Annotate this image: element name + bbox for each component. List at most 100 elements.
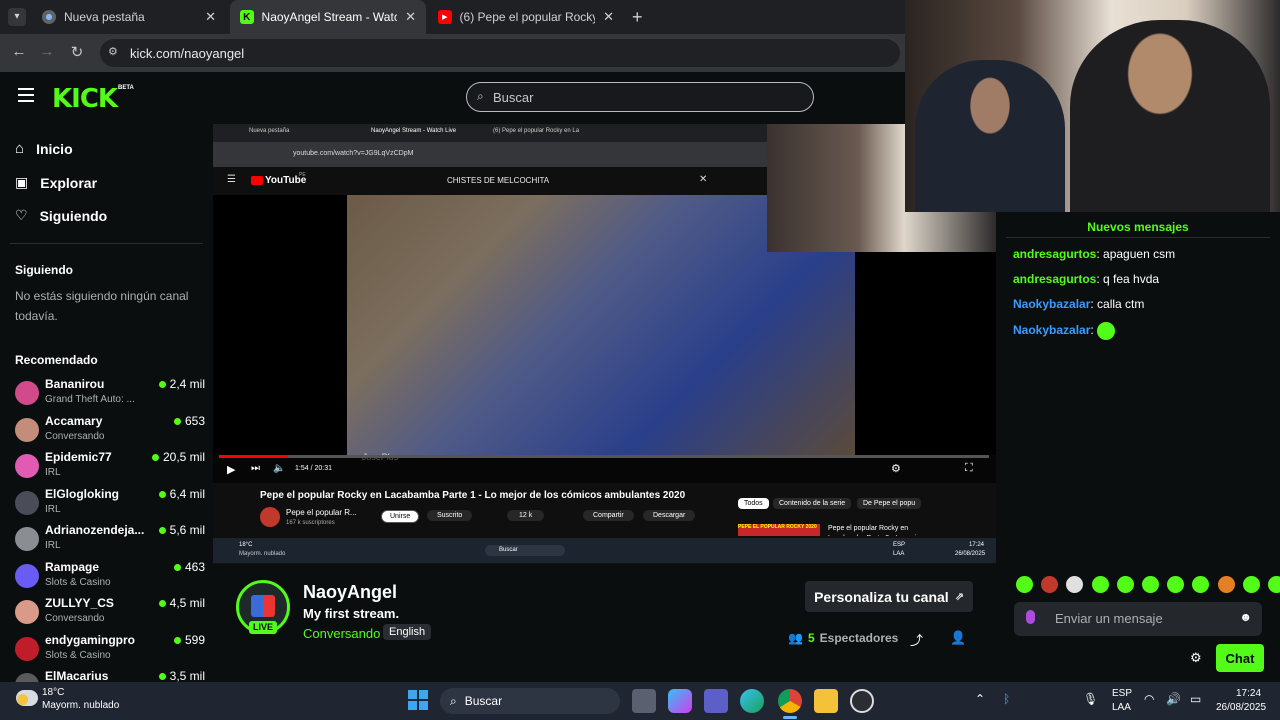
emote-icon[interactable] xyxy=(1016,576,1033,593)
recommended-channel[interactable]: Epidemic77 IRL 20,5 mil xyxy=(15,450,205,484)
tab-youtube[interactable]: ▶ (6) Pepe el popular Rocky en La ✕ xyxy=(428,0,624,34)
obs-icon[interactable] xyxy=(850,689,874,713)
embedded-date: 26/08/2025 xyxy=(955,551,986,557)
file-explorer-icon[interactable] xyxy=(814,689,838,713)
menu-icon[interactable] xyxy=(18,88,34,102)
chat-username[interactable]: Naokybazalar xyxy=(1013,297,1090,311)
embedded-tab: (6) Pepe el popular Rocky en La xyxy=(493,128,580,134)
clock-date[interactable]: 26/08/2025 xyxy=(1216,702,1266,713)
chat-settings-icon[interactable]: ⚙ xyxy=(1190,650,1202,666)
viewer-count: 599 xyxy=(173,633,205,647)
close-icon[interactable]: ✕ xyxy=(603,9,614,25)
new-tab-icon[interactable]: + xyxy=(632,7,643,28)
users-icon: 👥 xyxy=(788,631,803,645)
bluetooth-icon[interactable]: ᛒ xyxy=(1003,692,1010,706)
wifi-icon[interactable]: ◠ xyxy=(1144,692,1154,706)
close-icon[interactable]: ✕ xyxy=(205,9,216,25)
yt-chip-series[interactable]: Contenido de la serie xyxy=(773,498,852,509)
progress-track[interactable] xyxy=(219,455,989,458)
back-icon[interactable]: ← xyxy=(8,43,30,63)
recommended-channel[interactable]: Adrianozendeja... IRL 5,6 mil xyxy=(15,523,205,557)
fullscreen-icon[interactable]: ⛶ xyxy=(965,462,973,475)
recommended-channel[interactable]: ElGlogloking IRL 6,4 mil xyxy=(15,487,205,521)
yt-like-button[interactable]: 12 k xyxy=(507,510,545,521)
emoji-icon[interactable]: ☻ xyxy=(1239,610,1252,624)
recommended-channel[interactable]: ZULLYY_CS Conversando 4,5 mil xyxy=(15,596,205,630)
avatar xyxy=(15,454,39,478)
yt-download-button[interactable]: Descargar xyxy=(643,510,696,521)
yt-channel-name: Pepe el popular R... xyxy=(286,508,357,517)
live-dot-icon xyxy=(158,527,166,534)
copilot-icon[interactable] xyxy=(668,689,692,713)
stream-category[interactable]: Conversando xyxy=(303,626,380,641)
active-app-indicator xyxy=(783,716,797,719)
emote-icon[interactable] xyxy=(1268,576,1280,593)
address-bar[interactable]: ⚙ kick.com/naoyangel xyxy=(100,39,900,67)
play-icon[interactable]: ▶ xyxy=(227,463,235,476)
taskbar-search-label: Buscar xyxy=(464,694,503,708)
emote-icon[interactable] xyxy=(1116,576,1134,593)
recommended-channel[interactable]: Accamary Conversando 653 xyxy=(15,414,205,448)
recommended-channel[interactable]: Rampage Slots & Casino 463 xyxy=(15,560,205,594)
volume-icon[interactable]: 🔈 xyxy=(273,463,285,474)
emote-icon[interactable] xyxy=(1091,576,1109,593)
settings-icon[interactable]: ⚙ xyxy=(891,462,901,475)
lang-indicator[interactable]: ESP xyxy=(1112,688,1132,699)
tab-kick[interactable]: K NaoyAngel Stream - Watch Live ✕ xyxy=(230,0,426,34)
yt-related-thumb[interactable]: PEPE EL POPULAR ROCKY 2020 xyxy=(738,524,820,536)
emote-icon[interactable] xyxy=(1242,576,1260,593)
taskview-icon[interactable] xyxy=(632,689,656,713)
edge-icon[interactable] xyxy=(740,689,764,713)
follow-user-icon[interactable]: 👤 xyxy=(950,630,966,646)
recommended-channel[interactable]: Bananirou Grand Theft Auto: ... 2,4 mil xyxy=(15,377,205,411)
tab-new-tab[interactable]: Nueva pestaña ✕ xyxy=(32,0,226,34)
yt-chip-channel[interactable]: De Pepe el popu xyxy=(857,498,922,509)
next-icon[interactable]: ⏭ xyxy=(251,463,260,474)
kick-logo[interactable]: KICK xyxy=(52,84,118,114)
clock-time[interactable]: 17:24 xyxy=(1236,688,1261,699)
yt-chip-todos[interactable]: Todos xyxy=(738,498,769,509)
channel-name: endygamingpro xyxy=(45,632,136,647)
chat-username[interactable]: Naokybazalar xyxy=(1013,323,1090,337)
chat-send-button[interactable]: Chat xyxy=(1216,644,1264,672)
tray-chevron-icon[interactable]: ⌃ xyxy=(975,692,985,706)
forward-icon[interactable]: → xyxy=(36,43,58,63)
site-info-icon[interactable]: ⚙ xyxy=(108,45,118,58)
new-messages-banner[interactable]: Nuevos mensajes xyxy=(1006,220,1270,238)
weather-desc: Mayorm. nublado xyxy=(42,700,120,711)
chrome-icon[interactable] xyxy=(778,689,802,713)
yt-subscribed-button[interactable]: Suscrito xyxy=(427,510,473,521)
yt-share-button[interactable]: Compartir xyxy=(583,510,634,521)
sidebar-item-inicio[interactable]: ⌂ Inicio xyxy=(15,140,73,157)
channel-category: Conversando xyxy=(45,430,105,442)
viewer-count: 6,4 mil xyxy=(158,487,205,501)
mic-tray-icon[interactable]: 🎙 xyxy=(1083,692,1098,706)
emote-icon[interactable] xyxy=(1142,576,1159,593)
yt-join-button[interactable]: Unirse xyxy=(381,510,420,523)
search-input[interactable]: ⌕ Buscar xyxy=(466,82,814,112)
tab-list-button[interactable]: ▾ xyxy=(8,8,26,26)
reload-icon[interactable]: ↻ xyxy=(66,43,88,63)
recommended-channel[interactable]: endygamingpro Slots & Casino 599 xyxy=(15,633,205,667)
teams-icon[interactable] xyxy=(704,689,728,713)
customize-channel-button[interactable]: Personaliza tu canal ⇗ xyxy=(805,581,973,612)
sidebar-item-siguiendo[interactable]: ♡ Siguiendo xyxy=(15,207,107,224)
sidebar-item-explorar[interactable]: ▣ Explorar xyxy=(15,174,97,191)
chat-username[interactable]: andresagurtos xyxy=(1013,272,1096,286)
search-placeholder: Buscar xyxy=(493,89,534,105)
webcam-person-right xyxy=(1070,20,1270,212)
chat-username[interactable]: andresagurtos xyxy=(1013,247,1096,261)
weather-icon[interactable] xyxy=(16,690,38,706)
mic-icon[interactable] xyxy=(1026,610,1035,624)
windows-start-icon[interactable] xyxy=(408,690,428,710)
battery-icon[interactable]: ▭ xyxy=(1190,692,1201,706)
volume-icon[interactable]: 🔊 xyxy=(1166,692,1181,706)
emote-icon[interactable] xyxy=(1217,576,1235,593)
channel-name: Rampage xyxy=(45,559,100,574)
chat-input[interactable]: Enviar un mensaje ☻ xyxy=(1014,602,1262,636)
close-icon[interactable]: ✕ xyxy=(405,9,416,25)
channel-name[interactable]: NaoyAngel xyxy=(303,582,397,603)
share-icon[interactable]: ⤴ xyxy=(910,630,923,649)
taskbar-search[interactable]: ⌕ Buscar xyxy=(440,688,620,714)
language-tag[interactable]: English xyxy=(383,624,432,640)
